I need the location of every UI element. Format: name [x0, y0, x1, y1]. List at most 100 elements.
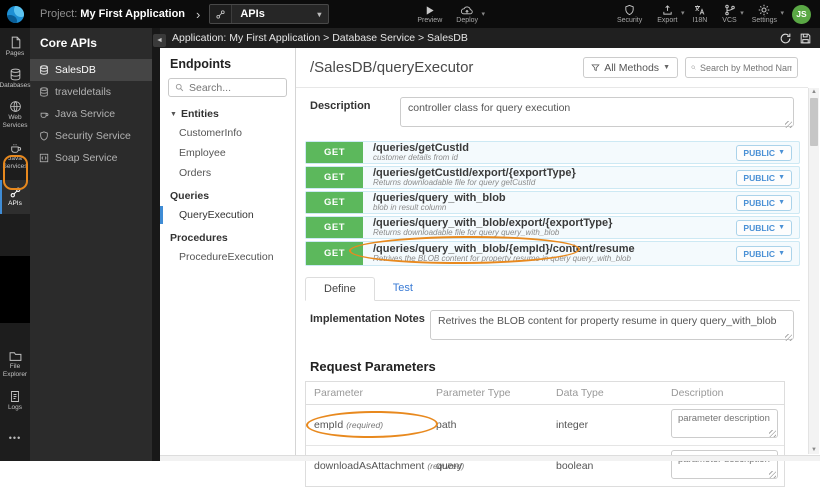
method-search[interactable]: [685, 57, 798, 78]
method-badge: GET: [306, 142, 363, 163]
sidebar-item-apis[interactable]: APIs: [0, 180, 30, 214]
endpoint-summary: Returns downloadable file for query getC…: [373, 178, 536, 188]
column-header: Description: [671, 387, 724, 399]
method-filter-label: All Methods: [604, 61, 660, 74]
rail-overflow-button[interactable]: •••: [0, 433, 30, 443]
access-dropdown[interactable]: PUBLIC ▼: [736, 144, 792, 161]
filter-icon: [591, 64, 600, 72]
endpoint-item-customerinfo[interactable]: CustomerInfo: [160, 123, 295, 143]
request-parameters-title: Request Parameters: [310, 359, 436, 374]
endpoint-row[interactable]: GET /queries/query_with_blob/export/{exp…: [305, 216, 800, 239]
settings-label: Settings: [751, 17, 777, 24]
table-row: empId (required) path integer: [306, 405, 784, 446]
i18n-icon: [695, 5, 705, 15]
endpoints-search-input[interactable]: [189, 81, 279, 94]
endpoint-row-selected[interactable]: GET /queries/query_with_blob/{empId}/con…: [305, 241, 800, 266]
chevron-down-icon: ▼: [778, 224, 785, 231]
refresh-button[interactable]: [779, 32, 792, 45]
collapse-panel-button[interactable]: ◄: [153, 34, 166, 47]
chevron-down-icon: ▾: [317, 9, 322, 19]
api-service-security[interactable]: Security Service: [30, 125, 152, 147]
api-service-salesdb[interactable]: SalesDB: [30, 59, 152, 81]
api-service-traveldetails[interactable]: traveldetails: [30, 81, 152, 103]
user-avatar[interactable]: JS: [792, 4, 811, 24]
settings-button[interactable]: Settings ▾: [751, 4, 784, 24]
endpoints-search[interactable]: [168, 78, 287, 97]
sidebar-item-web-services[interactable]: Web Services: [0, 98, 30, 132]
sidebar-item-logs[interactable]: Logs: [0, 388, 30, 414]
scroll-up-arrow-icon[interactable]: ▲: [809, 89, 819, 95]
breadcrumb-bar: Application: My First Application > Data…: [160, 28, 820, 48]
service-label: traveldetails: [55, 86, 112, 98]
method-badge: GET: [306, 192, 363, 213]
shield-icon: [625, 4, 634, 16]
method-badge: GET: [306, 167, 363, 188]
rail-label: Web Services: [2, 114, 28, 129]
section-queries[interactable]: Queries: [160, 183, 295, 205]
security-button[interactable]: Security: [617, 4, 642, 24]
sidebar-item-file-explorer[interactable]: File Explorer: [0, 348, 30, 381]
sidebar-item-databases[interactable]: Databases: [0, 66, 31, 92]
implementation-notes-row: Implementation Notes Retrives the BLOB c…: [310, 310, 794, 345]
page-title: /SalesDB/queryExecutor: [310, 59, 474, 76]
gear-icon: [759, 4, 770, 16]
access-dropdown[interactable]: PUBLIC ▼: [736, 169, 792, 186]
tab-define[interactable]: Define: [305, 277, 375, 301]
soap-icon: [39, 153, 49, 163]
section-label: Entities: [180, 108, 219, 120]
service-label: SalesDB: [55, 64, 96, 76]
chevron-down-icon: ▼: [663, 64, 670, 71]
endpoint-item-queryexecution[interactable]: QueryExecution: [160, 205, 295, 225]
access-label: PUBLIC: [743, 172, 776, 183]
sidebar-item-pages[interactable]: Pages: [0, 34, 30, 60]
deploy-button[interactable]: Deploy ▾: [456, 5, 485, 24]
rail-divider: [0, 256, 30, 323]
save-button[interactable]: [799, 32, 812, 45]
api-service-soap[interactable]: Soap Service: [30, 147, 152, 169]
vcs-button[interactable]: VCS ▾: [722, 4, 744, 24]
table-row: downloadAsAttachment (required) query boo…: [306, 446, 784, 486]
column-header: Data Type: [556, 387, 604, 399]
shield-icon: [40, 131, 48, 141]
section-procedures[interactable]: Procedures: [160, 225, 295, 247]
branch-icon: [724, 4, 735, 16]
preview-button[interactable]: Preview: [417, 5, 442, 24]
sidebar-item-java-services[interactable]: Java Services: [0, 140, 30, 173]
implementation-notes-label: Implementation Notes: [310, 313, 425, 325]
access-dropdown[interactable]: PUBLIC ▼: [736, 219, 792, 236]
endpoint-item-orders[interactable]: Orders: [160, 163, 295, 183]
method-filter-dropdown[interactable]: All Methods ▼: [583, 57, 678, 78]
endpoint-row[interactable]: GET /queries/getCustId/export/{exportTyp…: [305, 166, 800, 189]
parameter-type: path: [436, 419, 457, 431]
endpoint-row[interactable]: GET /queries/query_with_blob blob in resu…: [305, 191, 800, 214]
rail-label: Logs: [7, 404, 23, 411]
export-button[interactable]: Export ▾: [657, 4, 685, 24]
implementation-notes-textarea[interactable]: Retrives the BLOB content for property r…: [430, 310, 794, 340]
export-icon: [663, 5, 672, 15]
search-icon: [691, 65, 696, 70]
i18n-button[interactable]: I18N: [693, 4, 707, 24]
section-label: Procedures: [170, 232, 228, 244]
section-entities[interactable]: ▼ Entities: [160, 101, 295, 123]
left-rail: Pages Databases Web Services Java Servic…: [0, 28, 31, 461]
tab-test[interactable]: Test: [375, 277, 431, 300]
access-dropdown[interactable]: PUBLIC ▼: [736, 194, 792, 211]
description-textarea[interactable]: controller class for query execution: [400, 97, 794, 127]
vertical-scrollbar[interactable]: ▲ ▼: [808, 88, 819, 454]
parameter-name: downloadAsAttachment: [314, 460, 425, 472]
endpoint-row[interactable]: GET /queries/getCustId customer details f…: [305, 141, 800, 164]
api-service-java[interactable]: Java Service: [30, 103, 152, 125]
access-dropdown[interactable]: PUBLIC ▼: [736, 245, 792, 262]
scroll-down-arrow-icon[interactable]: ▼: [809, 447, 819, 453]
rail-label: Databases: [0, 82, 31, 89]
method-search-input[interactable]: [700, 62, 792, 73]
section-label: Queries: [170, 190, 210, 202]
table-header-row: Parameter Parameter Type Data Type Descr…: [306, 382, 784, 405]
scrollbar-thumb[interactable]: [810, 98, 818, 146]
endpoint-item-employee[interactable]: Employee: [160, 143, 295, 163]
parameter-description-textarea[interactable]: [671, 409, 778, 438]
request-parameters-table: Parameter Parameter Type Data Type Descr…: [305, 381, 785, 487]
perspective-dropdown[interactable]: APIs ▾: [209, 4, 330, 24]
wavemaker-logo[interactable]: [0, 0, 30, 28]
endpoint-item-procedureexecution[interactable]: ProcedureExecution: [160, 247, 295, 267]
